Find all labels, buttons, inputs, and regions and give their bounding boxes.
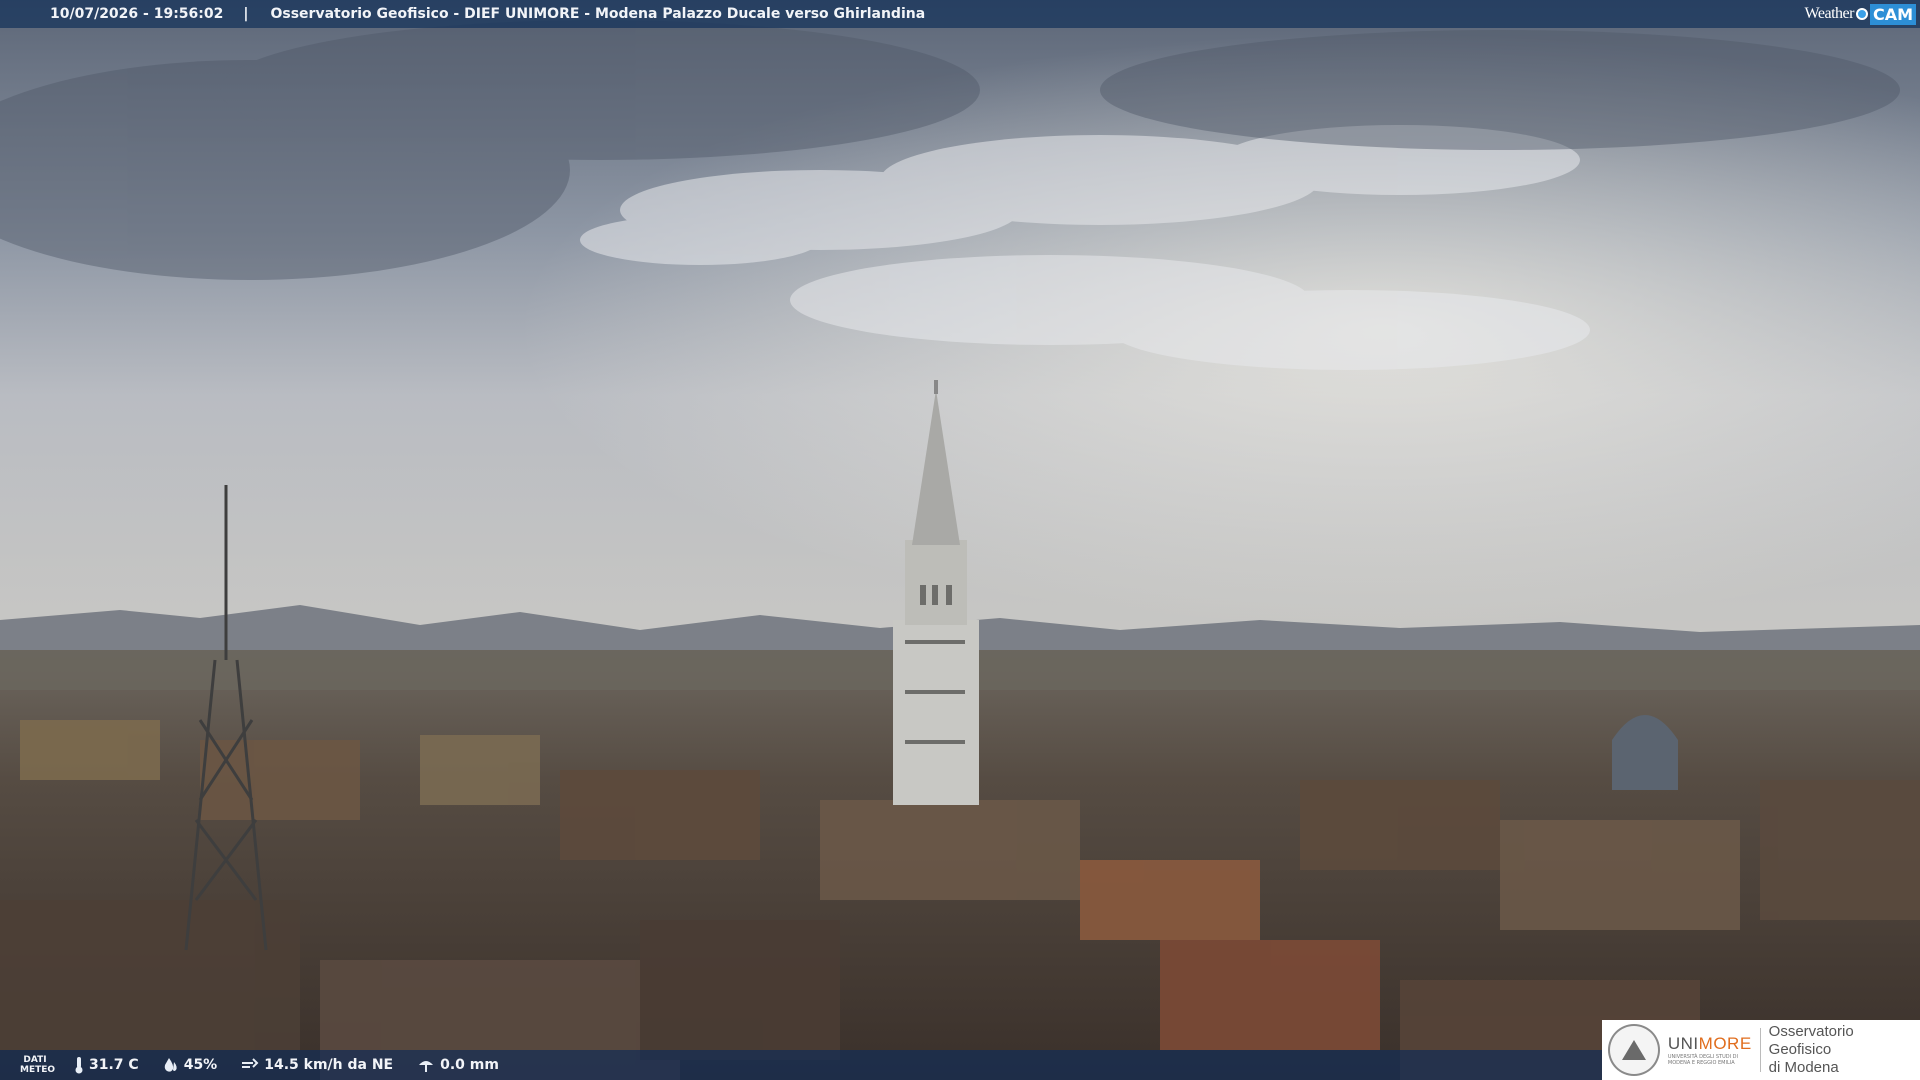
thermometer-icon [75, 1057, 83, 1074]
temperature-value: 31.7 C [89, 1057, 139, 1073]
meteo-label: DATI METEO [20, 1055, 56, 1075]
rain-icon [419, 1061, 434, 1072]
humidity-icon [164, 1058, 177, 1072]
info-bar-top: 10/07/2026 - 19:56:02 | Osservatorio Geo… [0, 0, 1920, 28]
unimore-subtitle-2: MODENA E REGGIO EMILIA [1667, 1060, 1735, 1066]
cam-wordmark: CAM [1869, 3, 1916, 25]
weathercam-logo: Weather CAM [1805, 0, 1920, 28]
unimore-wordmark: UNIMORE UNIVERSITÀ DEGLI STUDI DI MODENA… [1668, 1034, 1752, 1066]
timestamp: 10/07/2026 - 19:56:02 [50, 6, 224, 22]
logo-divider [1759, 1028, 1761, 1072]
rain-reading: 0.0 mm [417, 1057, 499, 1073]
meteo-label-line2: METEO [20, 1065, 56, 1075]
camera-caption: Osservatorio Geofisico - DIEF UNIMORE - … [270, 6, 926, 22]
meteo-label-line1: DATI [23, 1055, 47, 1065]
university-seal-icon [1608, 1024, 1660, 1076]
wind-icon [242, 1058, 259, 1068]
observatory-line1: Osservatorio Geofisico [1768, 1023, 1854, 1058]
webcam-image [0, 0, 1920, 1080]
separator: | [243, 6, 249, 22]
humidity-reading: 45% [163, 1057, 218, 1073]
weather-wordmark: Weather [1804, 5, 1855, 22]
unimore-text-uni: UNI [1667, 1034, 1699, 1053]
humidity-value: 45% [183, 1057, 218, 1073]
lens-icon [1855, 8, 1868, 20]
wind-reading: 14.5 km/h da NE [241, 1057, 393, 1073]
unimore-logo: UNIMORE UNIVERSITÀ DEGLI STUDI DI MODENA… [1602, 1020, 1920, 1080]
observatory-name: Osservatorio Geofisico di Modena [1769, 1023, 1920, 1077]
wind-value: 14.5 km/h da NE [264, 1057, 394, 1073]
observatory-line2: di Modena [1768, 1059, 1839, 1076]
unimore-text-more: MORE [1698, 1034, 1752, 1053]
rain-value: 0.0 mm [440, 1057, 499, 1073]
temperature-reading: 31.7 C [74, 1056, 139, 1074]
